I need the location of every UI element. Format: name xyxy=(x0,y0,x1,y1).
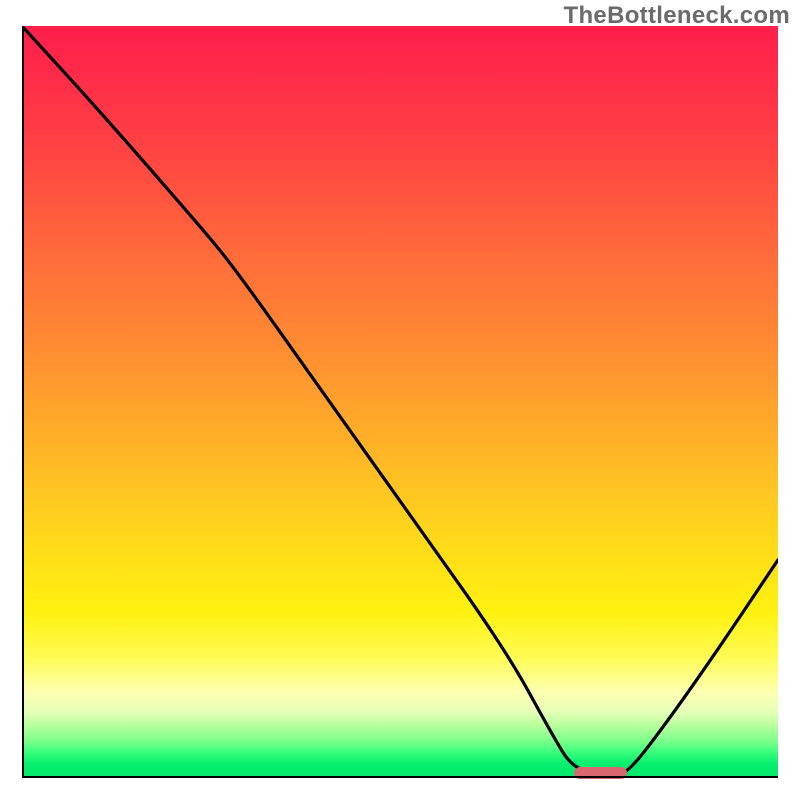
watermark-text: TheBottleneck.com xyxy=(564,2,790,30)
optimal-range-marker xyxy=(574,767,627,779)
plot-area xyxy=(22,26,778,778)
bottleneck-chart: TheBottleneck.com xyxy=(0,0,800,800)
gradient-background xyxy=(22,26,778,778)
